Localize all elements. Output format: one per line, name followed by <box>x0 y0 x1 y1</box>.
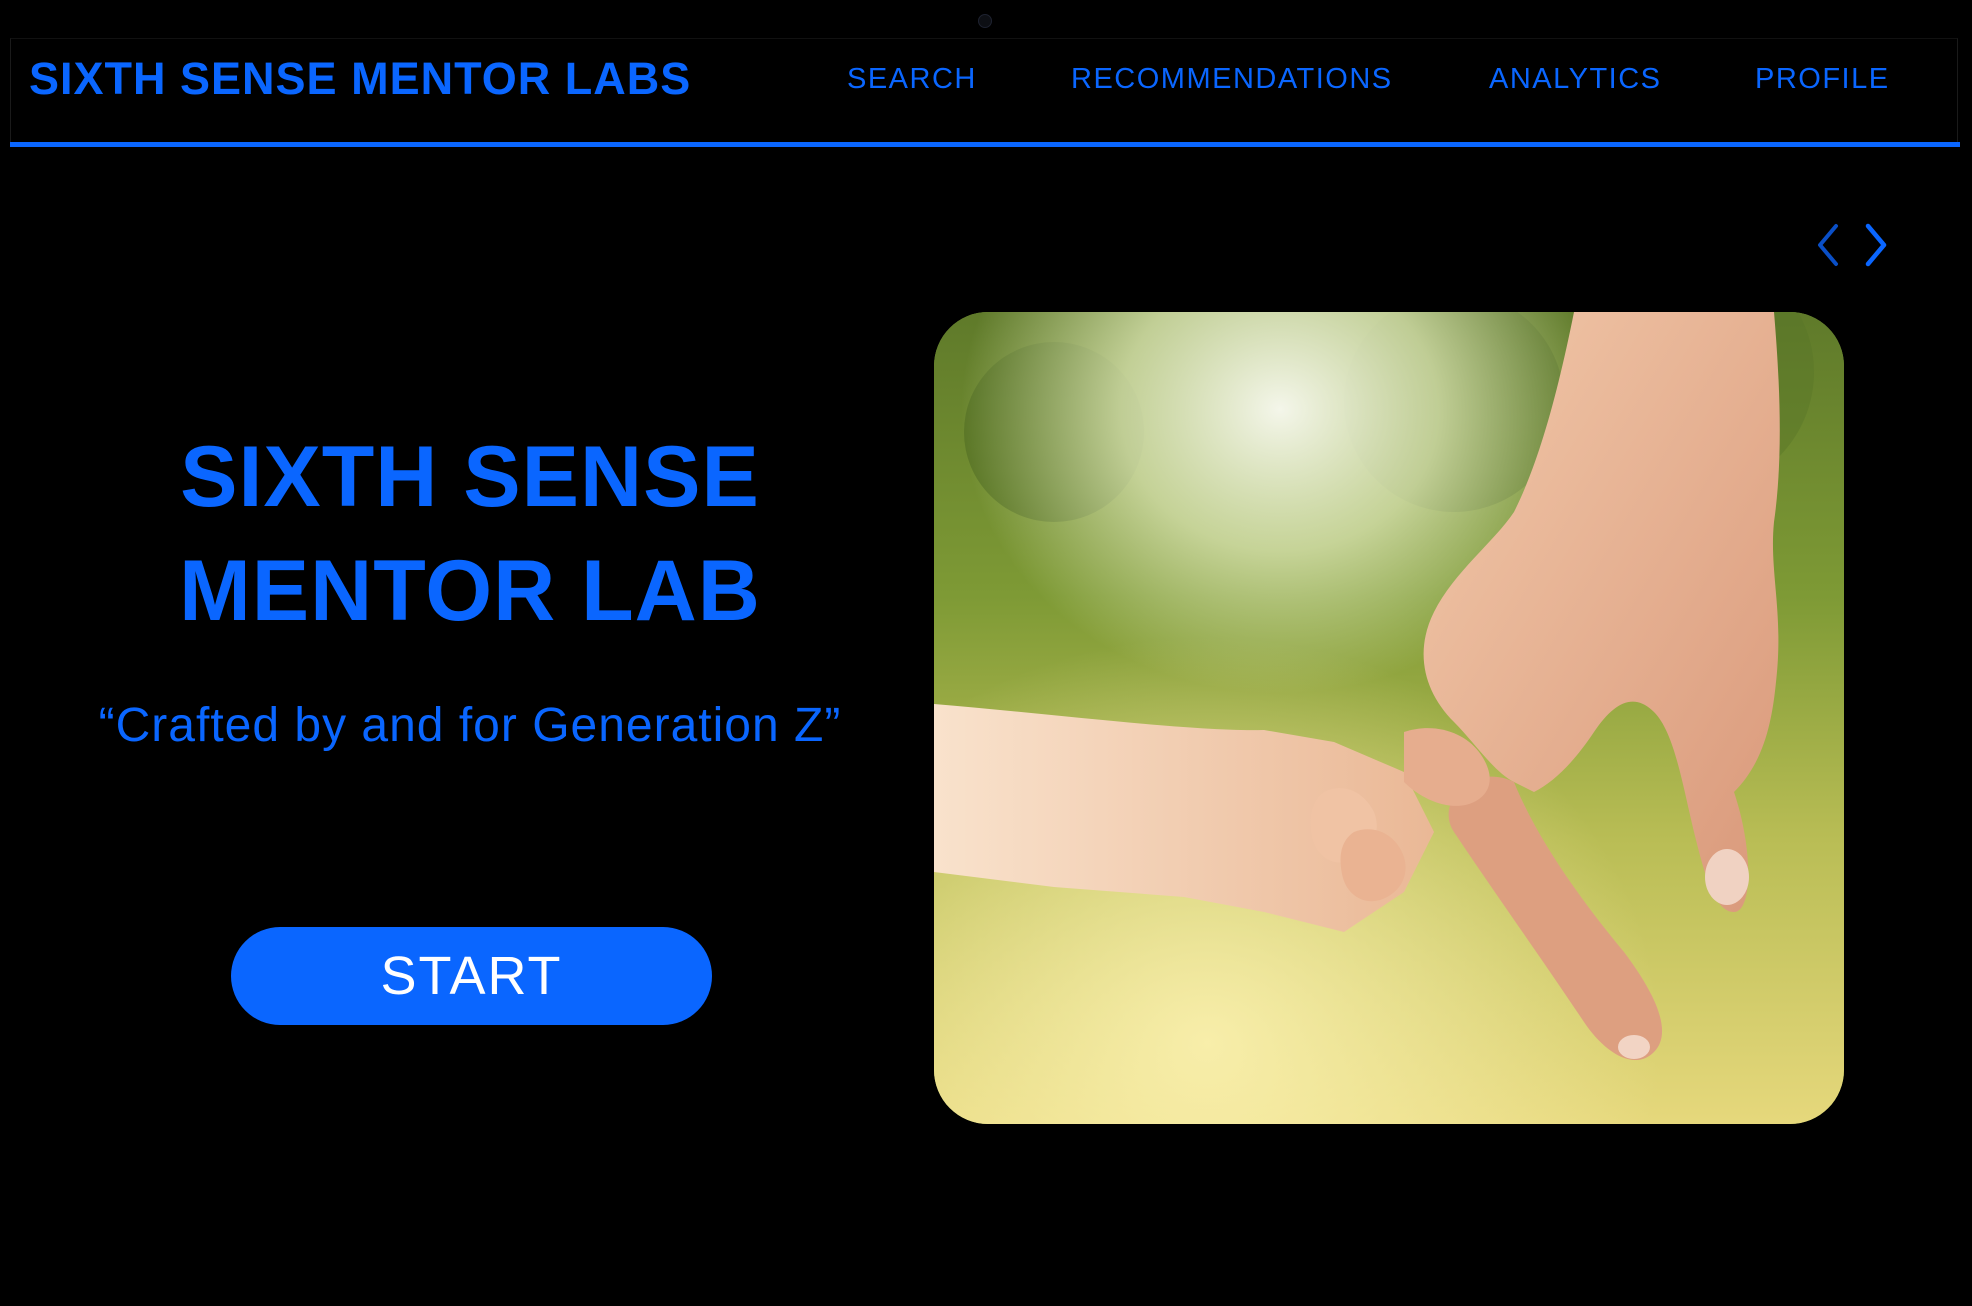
hero-title-line-1: SIXTH SENSE <box>180 429 760 525</box>
chevron-left-icon <box>1818 224 1838 266</box>
brand-logo-text[interactable]: SIXTH SENSE MENTOR LABS <box>29 53 691 105</box>
page: SIXTH SENSE MENTOR LABS SEARCH RECOMMEND… <box>0 0 1972 1306</box>
carousel-next-button[interactable] <box>1856 220 1896 270</box>
nav-recommendations[interactable]: RECOMMENDATIONS <box>1071 63 1393 96</box>
carousel-prev-button[interactable] <box>1808 220 1848 270</box>
nav-analytics[interactable]: ANALYTICS <box>1489 63 1662 96</box>
hands-photo <box>934 312 1844 1124</box>
hero-title-line-2: MENTOR LAB <box>179 543 761 639</box>
nav-profile[interactable]: PROFILE <box>1755 63 1890 96</box>
hero-image <box>934 312 1844 1124</box>
camera-dot <box>978 14 992 28</box>
top-nav: SIXTH SENSE MENTOR LABS SEARCH RECOMMEND… <box>10 38 1958 142</box>
hero-title: SIXTH SENSE MENTOR LAB <box>40 420 900 648</box>
hero-tagline: “Crafted by and for Generation Z” <box>98 699 842 752</box>
chevron-right-icon <box>1865 223 1887 267</box>
nav-search[interactable]: SEARCH <box>847 63 977 96</box>
header-divider <box>10 142 1960 147</box>
start-button[interactable]: START <box>231 927 712 1025</box>
